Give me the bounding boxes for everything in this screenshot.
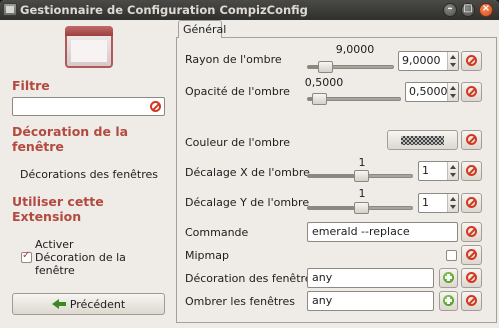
command-reset-button[interactable]: [461, 222, 482, 242]
clear-filter-icon[interactable]: [150, 101, 161, 112]
previous-button-label: Précédent: [69, 297, 126, 311]
category-item: Décorations des fenêtres: [20, 168, 159, 181]
shadow-offset-x-slider-value: 1: [358, 156, 366, 169]
shadow-opacity-spin-arrows[interactable]: [447, 83, 458, 101]
shadow-color-reset-button[interactable]: [461, 130, 482, 150]
shadow-radius-slider-thumb[interactable]: [318, 61, 333, 73]
shadow-offset-x-spin-arrows[interactable]: [447, 162, 458, 180]
use-extension-title-line1: Utiliser cette: [12, 194, 104, 209]
shadow-radius-spin-arrows[interactable]: [447, 52, 458, 70]
spin-down-icon[interactable]: [450, 94, 456, 98]
shadow-radius-value: 9,0000: [402, 54, 441, 67]
shadow-color-button[interactable]: [387, 130, 458, 150]
shadow-windows-input[interactable]: any: [307, 291, 434, 311]
shadow-offset-y-slider-thumb[interactable]: [354, 202, 369, 214]
reset-icon: [466, 165, 477, 176]
shadow-offset-x-spin[interactable]: 1: [418, 161, 459, 181]
command-input[interactable]: emerald --replace: [307, 222, 458, 242]
shadow-offset-x-reset-button[interactable]: [461, 161, 482, 181]
reset-icon: [466, 226, 477, 237]
decoration-windows-input[interactable]: any: [307, 268, 434, 288]
shadow-opacity-spin[interactable]: 0,5000: [405, 82, 459, 102]
app-icon[interactable]: [3, 3, 17, 16]
reset-icon: [466, 272, 477, 283]
reset-icon: [466, 295, 477, 306]
reset-icon: [466, 55, 477, 66]
window-title: Gestionnaire de Configuration CompizConf…: [20, 3, 308, 17]
shadow-opacity-label: Opacité de l'ombre: [185, 85, 290, 98]
shadow-offset-x-label: Décalage X de l'ombre: [185, 166, 310, 179]
shadow-opacity-value: 0,5000: [409, 85, 448, 98]
filter-input[interactable]: [12, 97, 165, 116]
shadow-windows-reset-button[interactable]: [461, 291, 482, 311]
decoration-windows-label: Décoration des fenêtres: [185, 272, 318, 285]
mipmap-reset-button[interactable]: [461, 245, 482, 265]
plugin-title-line1: Décoration de la: [12, 124, 129, 139]
shadow-radius-reset-button[interactable]: [461, 51, 482, 71]
shadow-offset-y-value: 1: [422, 196, 429, 209]
shadow-radius-slider[interactable]: [307, 61, 394, 73]
decoration-windows-reset-button[interactable]: [461, 268, 482, 288]
plus-icon: [443, 272, 454, 283]
shadow-offset-x-slider[interactable]: [307, 170, 413, 182]
command-label: Commande: [185, 226, 249, 239]
reset-icon: [466, 249, 477, 260]
shadow-opacity-slider-value: 0,5000: [304, 76, 344, 89]
enable-label-line2: Décoration de la: [35, 251, 126, 264]
spin-up-icon[interactable]: [450, 86, 456, 90]
shadow-offset-y-spin-arrows[interactable]: [447, 194, 458, 212]
spin-down-icon[interactable]: [450, 173, 456, 177]
reset-icon: [466, 197, 477, 208]
shadow-radius-spin[interactable]: 9,0000: [398, 51, 459, 71]
shadow-offset-y-spin[interactable]: 1: [418, 193, 459, 213]
plus-icon: [443, 295, 454, 306]
shadow-offset-y-label: Décalage Y de l'ombre: [185, 196, 310, 209]
maximize-button[interactable]: □: [461, 3, 475, 17]
shadow-offset-y-slider-value: 1: [358, 187, 366, 200]
shadow-windows-label: Ombrer les fenêtres: [185, 295, 295, 308]
shadow-radius-label: Rayon de l'ombre: [185, 53, 282, 66]
enable-label-line1: Activer: [35, 238, 74, 251]
reset-icon: [466, 134, 477, 145]
app-window: Gestionnaire de Configuration CompizConf…: [0, 0, 499, 328]
arrow-left-icon: [51, 299, 66, 309]
plugin-title-line2: fenêtre: [12, 139, 64, 154]
shadow-offset-y-slider[interactable]: [307, 202, 413, 214]
shadow-opacity-reset-button[interactable]: [461, 82, 482, 102]
spin-down-icon[interactable]: [450, 205, 456, 209]
shadow-opacity-slider-thumb[interactable]: [312, 93, 327, 105]
decoration-windows-add-button[interactable]: [439, 268, 458, 288]
minimize-icon: –: [447, 3, 453, 14]
close-icon: ×: [481, 3, 491, 14]
shadow-color-label: Couleur de l'ombre: [185, 136, 290, 149]
shadow-radius-slider-value: 9,0000: [335, 43, 375, 56]
mipmap-label: Mipmap: [185, 249, 229, 262]
filter-title: Filtre: [12, 78, 50, 93]
reset-icon: [466, 86, 477, 97]
shadow-offset-x-value: 1: [422, 164, 429, 177]
sidebar: Filtre Décoration de la fenêtre Décorati…: [0, 20, 176, 328]
shadow-offset-x-slider-thumb[interactable]: [354, 170, 369, 182]
spin-down-icon[interactable]: [450, 63, 456, 67]
previous-button[interactable]: Précédent: [12, 293, 165, 315]
window-decoration-icon: [65, 26, 113, 68]
main-panel: Général Rayon de l'ombre 9,0000 9,0000 O…: [176, 20, 499, 328]
spin-up-icon[interactable]: [450, 165, 456, 169]
mipmap-checkbox[interactable]: [446, 250, 457, 261]
tab-general[interactable]: Général: [178, 20, 226, 38]
enable-label-line3: fenêtre: [35, 264, 75, 277]
spin-up-icon[interactable]: [450, 197, 456, 201]
enable-plugin-checkbox[interactable]: [21, 250, 32, 263]
title-bar[interactable]: Gestionnaire de Configuration CompizConf…: [0, 0, 499, 20]
minimize-button[interactable]: –: [443, 3, 457, 17]
shadow-opacity-slider[interactable]: [307, 93, 401, 105]
close-button[interactable]: ×: [479, 3, 493, 17]
settings-page: Rayon de l'ombre 9,0000 9,0000 Opacité d…: [176, 37, 497, 323]
spin-up-icon[interactable]: [450, 55, 456, 59]
maximize-icon: □: [463, 3, 473, 14]
shadow-windows-add-button[interactable]: [439, 291, 458, 311]
shadow-offset-y-reset-button[interactable]: [461, 193, 482, 213]
use-extension-title-line2: Extension: [12, 209, 82, 224]
color-swatch: [401, 136, 444, 145]
